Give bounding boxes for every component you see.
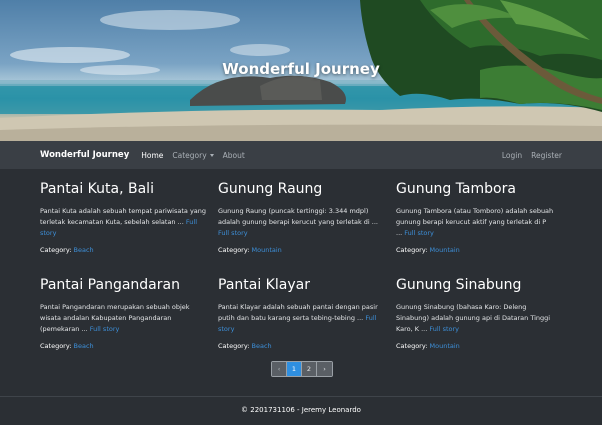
category-link[interactable]: Beach <box>252 342 272 350</box>
post-title[interactable]: Pantai Pangandaran <box>40 276 210 294</box>
post-card: Pantai Kuta, Bali Pantai Kuta adalah seb… <box>40 180 218 276</box>
post-category: Category: Mountain <box>396 246 554 254</box>
post-title[interactable]: Gunung Tambora <box>396 180 554 198</box>
footer-divider <box>0 396 602 397</box>
page-button-1[interactable]: 1 <box>287 362 302 376</box>
navbar: Wonderful Journey Home Category About Lo… <box>0 141 602 169</box>
post-excerpt: Gunung Sinabung (bahasa Karo: Deleng Sin… <box>396 302 554 335</box>
hero-title: Wonderful Journey <box>222 60 380 78</box>
prev-page-button[interactable]: ‹ <box>272 362 287 376</box>
page-button-2[interactable]: 2 <box>302 362 317 376</box>
post-excerpt: Pantai Kuta adalah sebuah tempat pariwis… <box>40 206 210 239</box>
nav-login[interactable]: Login <box>502 151 522 160</box>
post-card: Gunung Raung Gunung Raung (puncak tertin… <box>218 180 396 276</box>
post-excerpt: Gunung Raung (puncak tertinggi: 3.344 md… <box>218 206 388 239</box>
post-title[interactable]: Gunung Raung <box>218 180 388 198</box>
full-story-link[interactable]: Full story <box>90 325 120 333</box>
post-category: Category: Mountain <box>218 246 388 254</box>
category-label: Category: <box>40 342 72 350</box>
post-category: Category: Beach <box>218 342 388 350</box>
post-card: Gunung Sinabung Gunung Sinabung (bahasa … <box>396 276 562 372</box>
post-excerpt-text: Pantai Klayar adalah sebuah pantai denga… <box>218 303 378 322</box>
post-excerpt: Gunung Tambora (atau Tomboro) adalah seb… <box>396 206 554 239</box>
caret-down-icon <box>209 153 214 157</box>
category-label: Category: <box>218 246 250 254</box>
nav-home[interactable]: Home <box>141 151 163 160</box>
footer-copyright: © 2201731106 - Jeremy Leonardo <box>241 406 361 414</box>
post-card: Pantai Pangandaran Pantai Pangandaran me… <box>40 276 218 372</box>
nav-category-label: Category <box>172 150 207 160</box>
post-excerpt: Pantai Pangandaran merupakan sebuah obje… <box>40 302 210 335</box>
navbar-brand[interactable]: Wonderful Journey <box>40 150 129 160</box>
post-excerpt-text: Pantai Kuta adalah sebuah tempat pariwis… <box>40 207 207 226</box>
category-link[interactable]: Beach <box>74 246 94 254</box>
pagination: ‹ 1 2 › <box>271 361 333 377</box>
category-link[interactable]: Mountain <box>430 342 460 350</box>
post-excerpt-text: Gunung Sinabung (bahasa Karo: Deleng Sin… <box>396 303 551 333</box>
next-page-button[interactable]: › <box>317 362 332 376</box>
post-title[interactable]: Pantai Klayar <box>218 276 388 294</box>
category-label: Category: <box>218 342 250 350</box>
nav-category-dropdown[interactable]: Category <box>172 150 214 160</box>
hero-banner: Wonderful Journey <box>0 0 602 141</box>
post-excerpt: Pantai Klayar adalah sebuah pantai denga… <box>218 302 388 335</box>
post-title[interactable]: Pantai Kuta, Bali <box>40 180 210 198</box>
post-excerpt-text: Gunung Raung (puncak tertinggi: 3.344 md… <box>218 207 378 226</box>
category-link[interactable]: Mountain <box>252 246 282 254</box>
post-category: Category: Beach <box>40 342 210 350</box>
post-category: Category: Mountain <box>396 342 554 350</box>
full-story-link[interactable]: Full story <box>429 325 459 333</box>
post-title[interactable]: Gunung Sinabung <box>396 276 554 294</box>
category-label: Category: <box>396 246 428 254</box>
full-story-link[interactable]: Full story <box>218 229 248 237</box>
navbar-auth: Login Register <box>493 151 562 160</box>
category-label: Category: <box>40 246 72 254</box>
nav-about[interactable]: About <box>223 151 245 160</box>
category-link[interactable]: Beach <box>74 342 94 350</box>
nav-register[interactable]: Register <box>531 151 562 160</box>
category-label: Category: <box>396 342 428 350</box>
posts-grid: Pantai Kuta, Bali Pantai Kuta adalah seb… <box>40 180 562 372</box>
category-link[interactable]: Mountain <box>430 246 460 254</box>
post-card: Gunung Tambora Gunung Tambora (atau Tomb… <box>396 180 562 276</box>
post-category: Category: Beach <box>40 246 210 254</box>
full-story-link[interactable]: Full story <box>404 229 434 237</box>
post-card: Pantai Klayar Pantai Klayar adalah sebua… <box>218 276 396 372</box>
